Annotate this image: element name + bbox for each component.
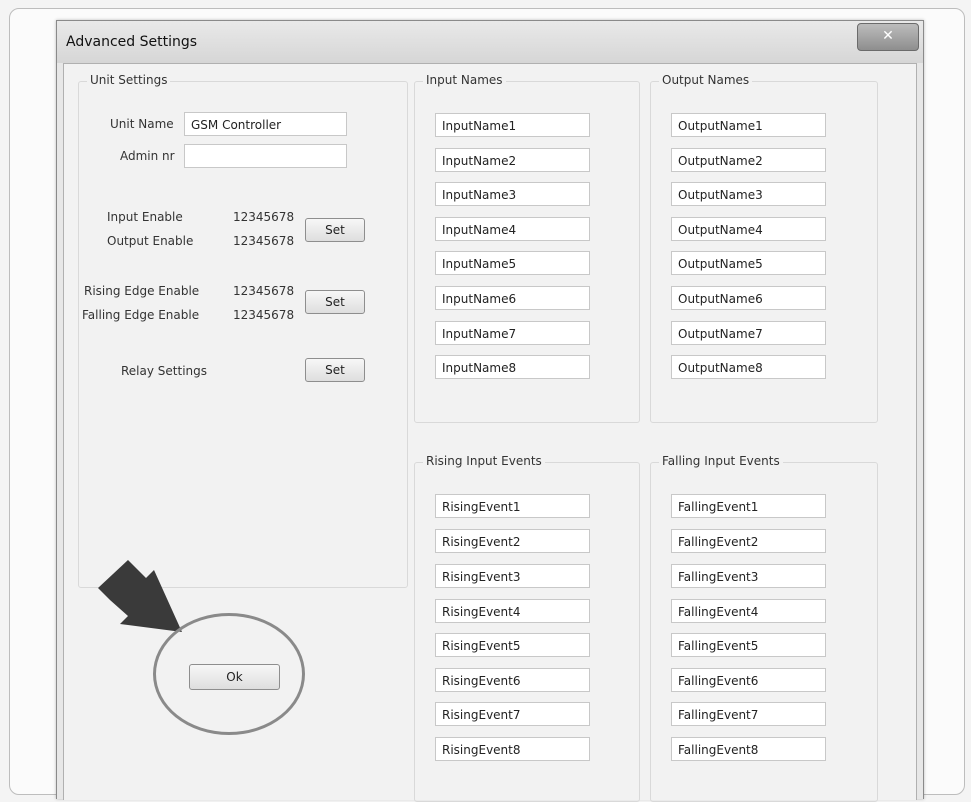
output-enable-value: 12345678	[233, 234, 295, 248]
output-enable-label: Output Enable	[107, 234, 194, 248]
set-relay-button[interactable]: Set	[305, 358, 365, 382]
falling-event-field[interactable]: FallingEvent1	[671, 494, 826, 518]
output-name-field[interactable]: OutputName4	[671, 217, 826, 241]
arrow-icon	[98, 560, 182, 632]
rising-event-field[interactable]: RisingEvent3	[435, 564, 590, 588]
set-edge-enable-button[interactable]: Set	[305, 290, 365, 314]
input-name-field[interactable]: InputName4	[435, 217, 590, 241]
falling-event-field[interactable]: FallingEvent7	[671, 702, 826, 726]
rising-event-field[interactable]: RisingEvent8	[435, 737, 590, 761]
unit-settings-group: Unit Settings Unit Name GSM Controller A…	[78, 73, 408, 588]
admin-nr-label: Admin nr	[120, 149, 175, 163]
output-names-group: Output Names OutputName1 OutputName2 Out…	[650, 73, 878, 423]
output-name-field[interactable]: OutputName6	[671, 286, 826, 310]
input-name-field[interactable]: InputName5	[435, 251, 590, 275]
close-icon[interactable]: ✕	[857, 23, 919, 51]
falling-edge-label: Falling Edge Enable	[82, 308, 200, 322]
falling-edge-value: 12345678	[233, 308, 295, 322]
input-enable-value: 12345678	[233, 210, 295, 224]
output-name-field[interactable]: OutputName5	[671, 251, 826, 275]
rising-event-field[interactable]: RisingEvent4	[435, 599, 590, 623]
input-name-field[interactable]: InputName1	[435, 113, 590, 137]
title-bar: Advanced Settings ✕	[57, 21, 923, 63]
falling-events-group: Falling Input Events FallingEvent1 Falli…	[650, 454, 878, 802]
rising-edge-label: Rising Edge Enable	[84, 284, 200, 298]
rising-event-field[interactable]: RisingEvent5	[435, 633, 590, 657]
rising-event-field[interactable]: RisingEvent2	[435, 529, 590, 553]
input-name-field[interactable]: InputName7	[435, 321, 590, 345]
falling-event-field[interactable]: FallingEvent2	[671, 529, 826, 553]
input-name-field[interactable]: InputName8	[435, 355, 590, 379]
unit-name-field[interactable]: GSM Controller	[184, 112, 347, 136]
rising-event-field[interactable]: RisingEvent6	[435, 668, 590, 692]
rising-events-title: Rising Input Events	[423, 454, 545, 468]
highlight-circle	[153, 613, 305, 735]
input-enable-label: Input Enable	[107, 210, 183, 224]
output-name-field[interactable]: OutputName2	[671, 148, 826, 172]
window-title: Advanced Settings	[66, 34, 198, 50]
input-names-group: Input Names InputName1 InputName2 InputN…	[414, 73, 640, 423]
rising-edge-value: 12345678	[233, 284, 295, 298]
falling-event-field[interactable]: FallingEvent6	[671, 668, 826, 692]
admin-nr-field[interactable]	[184, 144, 347, 168]
rising-event-field[interactable]: RisingEvent1	[435, 494, 590, 518]
rising-events-group: Rising Input Events RisingEvent1 RisingE…	[414, 454, 640, 802]
falling-event-field[interactable]: FallingEvent4	[671, 599, 826, 623]
output-name-field[interactable]: OutputName1	[671, 113, 826, 137]
falling-event-field[interactable]: FallingEvent5	[671, 633, 826, 657]
output-name-field[interactable]: OutputName3	[671, 182, 826, 206]
rising-event-field[interactable]: RisingEvent7	[435, 702, 590, 726]
unit-settings-title: Unit Settings	[87, 73, 171, 87]
falling-event-field[interactable]: FallingEvent8	[671, 737, 826, 761]
relay-settings-label: Relay Settings	[121, 364, 208, 378]
set-io-enable-button[interactable]: Set	[305, 218, 365, 242]
output-name-field[interactable]: OutputName7	[671, 321, 826, 345]
input-names-title: Input Names	[423, 73, 506, 87]
output-name-field[interactable]: OutputName8	[671, 355, 826, 379]
falling-events-title: Falling Input Events	[659, 454, 783, 468]
output-names-title: Output Names	[659, 73, 753, 87]
input-name-field[interactable]: InputName2	[435, 148, 590, 172]
input-name-field[interactable]: InputName3	[435, 182, 590, 206]
input-name-field[interactable]: InputName6	[435, 286, 590, 310]
falling-event-field[interactable]: FallingEvent3	[671, 564, 826, 588]
unit-name-label: Unit Name	[110, 117, 174, 131]
